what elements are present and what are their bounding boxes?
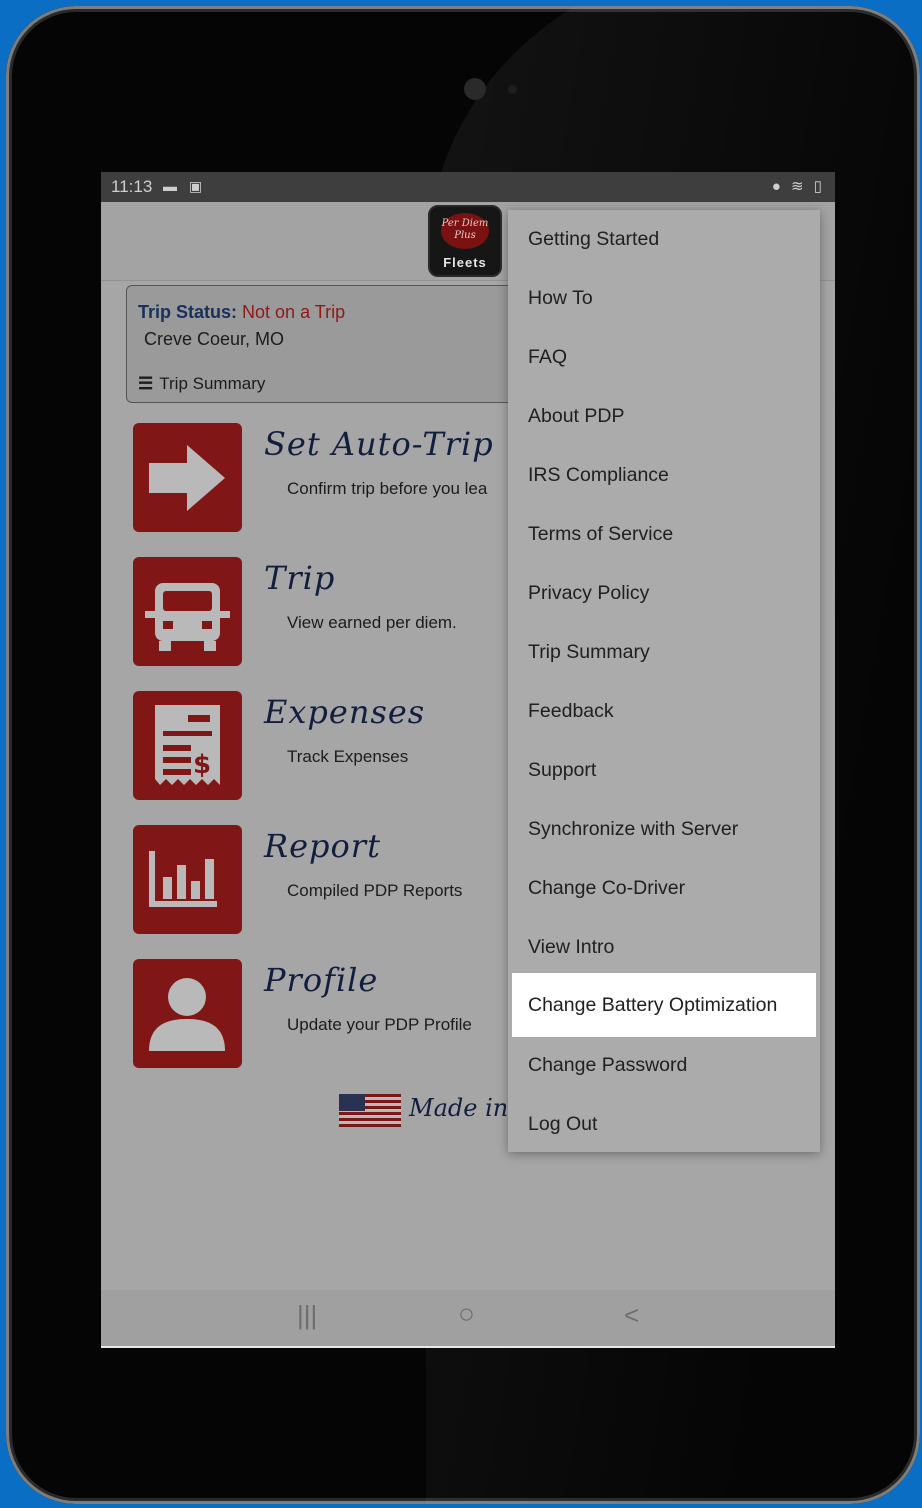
menu-item-faq[interactable]: FAQ — [508, 328, 820, 387]
screen-edge — [101, 1346, 835, 1348]
system-status-icons: ● ≋ ▯ — [771, 178, 825, 195]
menu-item-synchronize[interactable]: Synchronize with Server — [508, 800, 820, 859]
feature-profile[interactable]: Profile Update your PDP Profile — [133, 959, 553, 1069]
feature-title: Profile — [264, 961, 379, 999]
person-icon — [133, 959, 242, 1068]
menu-item-terms-of-service[interactable]: Terms of Service — [508, 505, 820, 564]
overflow-menu: Getting Started How To FAQ About PDP IRS… — [508, 210, 820, 1152]
menu-item-change-password[interactable]: Change Password — [508, 1036, 820, 1095]
truck-icon — [133, 557, 242, 666]
menu-item-how-to[interactable]: How To — [508, 269, 820, 328]
arrow-right-icon — [133, 423, 242, 532]
trip-summary-link[interactable]: ☰ Trip Summary — [138, 374, 265, 394]
trip-status-line: Trip Status: Not on a Trip — [138, 302, 345, 323]
light-sensor — [508, 85, 517, 94]
menu-item-privacy-policy[interactable]: Privacy Policy — [508, 564, 820, 623]
feature-description: View earned per diem. — [287, 613, 457, 632]
android-nav-bar: ||| ○ < — [101, 1290, 835, 1348]
menu-item-change-co-driver[interactable]: Change Co-Driver — [508, 859, 820, 918]
feature-description: Confirm trip before you lea — [287, 479, 488, 498]
feature-title: Expenses — [264, 693, 426, 731]
feature-description: Track Expenses — [287, 747, 409, 766]
front-camera — [464, 78, 486, 100]
menu-item-support[interactable]: Support — [508, 741, 820, 800]
status-time: 11:13 — [111, 177, 153, 196]
trip-status-value: Not on a Trip — [242, 302, 346, 322]
feature-description: Update your PDP Profile — [287, 1015, 472, 1034]
menu-item-feedback[interactable]: Feedback — [508, 682, 820, 741]
menu-item-view-intro[interactable]: View Intro — [508, 918, 820, 977]
status-bar: 11:13 ▬ ▣ ● ≋ ▯ — [101, 172, 835, 202]
recents-button[interactable]: ||| — [297, 1300, 317, 1331]
bar-chart-icon — [133, 825, 242, 934]
device-screen: 11:13 ▬ ▣ ● ≋ ▯ Per Diem Plus Fleets Tri… — [101, 172, 835, 1348]
trip-status-card[interactable]: Trip Status: Not on a Trip Creve Coeur, … — [126, 285, 546, 403]
us-flag-icon — [339, 1094, 401, 1127]
pdp-fleets-logo: Per Diem Plus Fleets — [428, 205, 502, 277]
feature-description: Compiled PDP Reports — [287, 881, 463, 900]
trip-status-label: Trip Status: — [138, 302, 238, 322]
feature-title: Trip — [264, 559, 336, 597]
logo-heart-icon: Per Diem Plus — [441, 213, 489, 249]
menu-item-log-out[interactable]: Log Out — [508, 1095, 820, 1154]
home-button[interactable]: ○ — [458, 1298, 475, 1330]
feature-report[interactable]: Report Compiled PDP Reports — [133, 825, 553, 935]
menu-item-irs-compliance[interactable]: IRS Compliance — [508, 446, 820, 505]
receipt-icon: $ — [133, 691, 242, 800]
trip-summary-label: Trip Summary — [159, 374, 266, 393]
feature-title: Report — [264, 827, 381, 865]
menu-item-trip-summary[interactable]: Trip Summary — [508, 623, 820, 682]
feature-title: Set Auto-Trip — [264, 425, 494, 463]
menu-item-getting-started[interactable]: Getting Started — [508, 210, 820, 269]
feature-trip[interactable]: Trip View earned per diem. — [133, 557, 553, 667]
menu-item-change-battery-optimization[interactable]: Change Battery Optimization — [512, 973, 816, 1037]
back-button[interactable]: < — [624, 1300, 639, 1331]
list-icon: ☰ — [138, 374, 154, 393]
logo-fleets-label: Fleets — [443, 255, 487, 270]
notification-icons: ▬ ▣ — [163, 178, 207, 194]
feature-expenses[interactable]: $ Expenses Track Expenses — [133, 691, 553, 801]
svg-text:$: $ — [193, 750, 211, 780]
menu-item-about-pdp[interactable]: About PDP — [508, 387, 820, 446]
feature-set-auto-trip[interactable]: Set Auto-Trip Confirm trip before you le… — [133, 423, 553, 533]
current-location: Creve Coeur, MO — [144, 329, 285, 349]
